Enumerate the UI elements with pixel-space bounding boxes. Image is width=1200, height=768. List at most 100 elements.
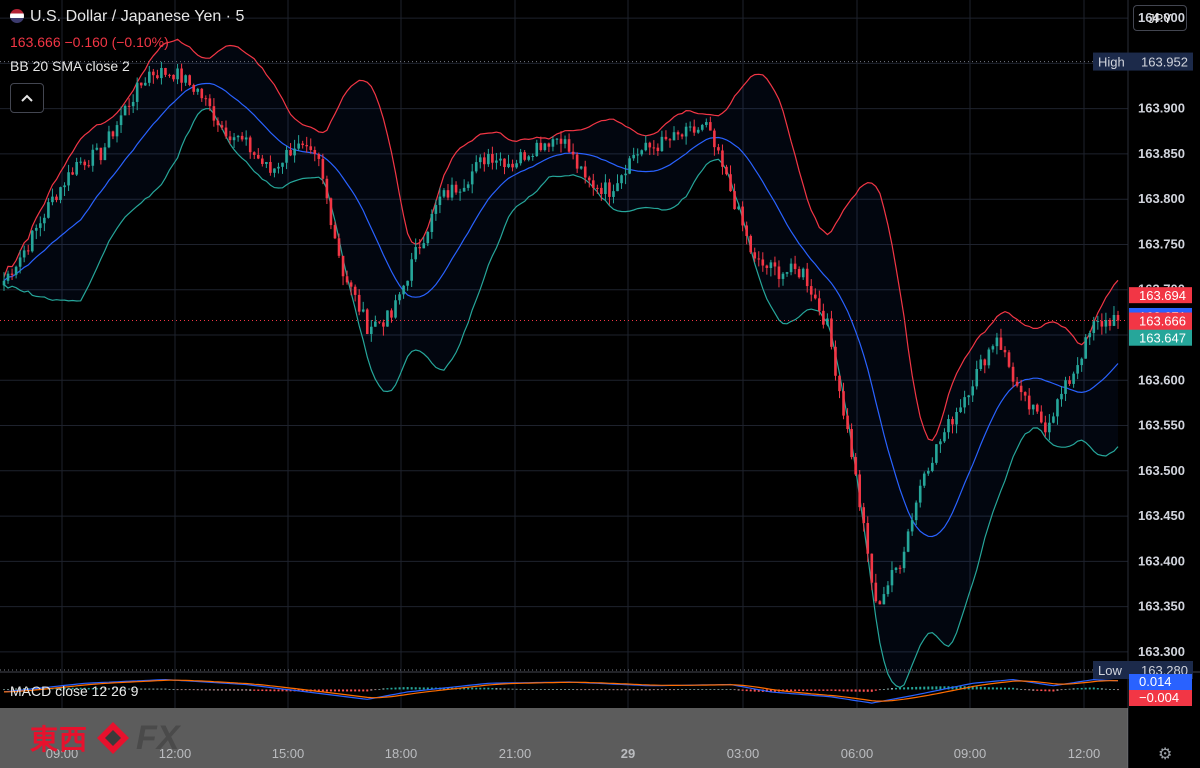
macd-histogram-bar (584, 689, 587, 691)
candle-body (111, 131, 115, 137)
macd-histogram-bar (261, 689, 264, 692)
candle-body (301, 143, 304, 146)
candle-body (196, 88, 200, 92)
macd-histogram-bar (935, 686, 938, 690)
macd-histogram-bar (858, 689, 861, 692)
candle-body (341, 255, 345, 277)
candle-body (499, 158, 502, 161)
macd-histogram-bar (386, 688, 389, 690)
candle-body (805, 268, 809, 287)
macd-histogram-bar (229, 689, 232, 691)
macd-histogram-bar (802, 689, 805, 691)
candle-body (918, 485, 922, 503)
macd-histogram-bar (939, 686, 942, 690)
macd-histogram-bar (842, 689, 845, 692)
macd-histogram-bar (806, 689, 809, 691)
macd-histogram-bar (911, 687, 914, 690)
macd-histogram-bar (628, 689, 631, 691)
candle-body (374, 321, 377, 327)
macd-histogram-bar (979, 686, 982, 690)
candle-body (361, 309, 365, 312)
macd-histogram-bar (273, 689, 276, 692)
macd-histogram-bar (814, 689, 817, 691)
candle-body (975, 369, 979, 387)
macd-histogram-bar (503, 688, 506, 690)
candle-body (555, 138, 559, 140)
logo-diamond-icon (97, 722, 130, 754)
candle-body (1019, 385, 1023, 393)
candle-body (902, 551, 906, 569)
gear-icon[interactable]: ⚙ (1158, 744, 1172, 764)
candle-body (842, 391, 845, 416)
candle-body (1068, 380, 1071, 384)
macd-histogram-bar (729, 689, 732, 690)
candle-body (1056, 399, 1059, 417)
y-tick-label: 163.800 (1138, 191, 1185, 206)
price-chart[interactable]: 164.000163.950163.900163.850163.800163.7… (0, 0, 1200, 768)
macd-histogram-bar (148, 688, 151, 690)
candle-body (926, 470, 930, 474)
macd-histogram-bar (152, 688, 155, 690)
candle-body (664, 136, 668, 140)
macd-histogram-bar (588, 689, 591, 691)
macd-histogram-bar (753, 689, 756, 692)
candle-body (713, 130, 716, 148)
candle-body (704, 122, 708, 125)
collapse-button[interactable] (10, 83, 44, 113)
macd-histogram-bar (664, 689, 667, 691)
macd-histogram-bar (144, 688, 147, 690)
macd-histogram-bar (471, 687, 474, 690)
candle-body (487, 154, 490, 165)
macd-histogram-bar (208, 689, 211, 691)
macd-histogram-bar (515, 688, 518, 690)
macd-histogram-bar (378, 689, 381, 690)
candle-body (539, 142, 543, 151)
candle-body (337, 238, 341, 256)
candle-body (636, 154, 639, 156)
symbol-title[interactable]: U.S. Dollar / Japanese Yen · 5 (10, 8, 244, 26)
macd-histogram-bar (196, 689, 199, 691)
last-price-tag-label: 163.666 (1139, 314, 1186, 329)
candle-body (289, 149, 292, 156)
candle-body (131, 101, 135, 107)
macd-histogram-bar (830, 689, 833, 691)
macd-histogram-bar (176, 689, 179, 691)
candle-body (6, 273, 10, 281)
macd-histogram-bar (257, 689, 260, 691)
macd-legend[interactable]: MACD close 12 26 9 (10, 683, 138, 699)
candle-body (30, 230, 34, 252)
candle-body (741, 206, 744, 226)
candle-body (127, 105, 131, 107)
candle-body (273, 168, 276, 173)
candle-body (700, 124, 704, 130)
macd-histogram-bar (572, 689, 575, 690)
y-tick-label: 163.450 (1138, 508, 1185, 523)
macd-histogram-bar (346, 689, 349, 692)
candle-body (644, 142, 648, 151)
macd-histogram-bar (338, 689, 341, 692)
macd-histogram-bar (350, 689, 353, 692)
macd-histogram-bar (1048, 689, 1051, 692)
currency-button[interactable]: JPY (1133, 5, 1187, 31)
bollinger-legend[interactable]: BB 20 SMA close 2 (10, 58, 130, 74)
candle-body (769, 262, 773, 269)
candle-body (886, 585, 890, 595)
candle-body (822, 310, 825, 325)
candle-body (838, 375, 841, 392)
candle-body (523, 152, 526, 160)
macd-histogram-bar (600, 689, 603, 691)
histogram-tag-label: −0.004 (1139, 690, 1179, 705)
candle-body (47, 202, 50, 218)
candle-body (14, 266, 18, 275)
candle-body (935, 444, 938, 463)
macd-histogram-bar (475, 687, 478, 690)
macd-histogram-bar (1072, 688, 1075, 690)
macd-histogram-bar (810, 689, 813, 691)
candle-body (462, 187, 466, 192)
macd-histogram-bar (1100, 688, 1103, 690)
candle-body (632, 154, 635, 159)
macd-histogram-bar (644, 689, 647, 691)
candle-body (378, 321, 381, 323)
candle-body (737, 206, 740, 210)
candle-body (967, 395, 970, 398)
